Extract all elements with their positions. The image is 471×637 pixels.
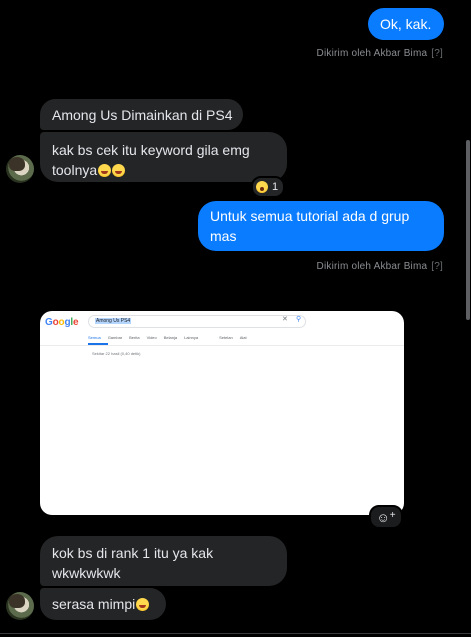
reaction-count: 1 [272, 181, 279, 193]
tab-more: Lainnya [184, 335, 199, 340]
result-stats: Sekitar 22 hasil (0,40 detik) [92, 351, 141, 356]
help-link[interactable]: [?] [431, 261, 443, 272]
image-attachment[interactable]: Google Among Us PS4 ✕ ⚲ Semua Gambar Ber… [40, 311, 404, 515]
clear-icon: ✕ [282, 316, 288, 323]
search-query: Among Us PS4 [95, 318, 132, 324]
divider [0, 633, 471, 634]
smiley-plus-icon: ☺+ [376, 509, 396, 525]
sent-by-text: Dikirim oleh Akbar Bima [316, 48, 428, 59]
google-logo: Google [45, 317, 79, 328]
message-text-line: Untuk semua tutorial ada d grup [210, 208, 410, 224]
astonished-face-icon [256, 181, 268, 193]
reaction-badge[interactable]: 1 [251, 176, 286, 198]
rolling-laughing-emoji-icon [136, 598, 150, 611]
tab-shopping: Belanja [163, 335, 178, 340]
search-tabs: Semua Gambar Berita Video Belanja Lainny… [88, 335, 247, 340]
message-text-line: mas [210, 228, 237, 244]
help-link[interactable]: [?] [431, 48, 443, 59]
tab-tools: Alat [239, 335, 247, 340]
search-icon: ⚲ [296, 316, 302, 323]
incoming-message[interactable]: kak bs cek itu keyword gila emg toolnya [40, 132, 287, 182]
tab-all: Semua [88, 335, 101, 340]
add-reaction-button[interactable]: ☺+ [369, 505, 403, 529]
incoming-message[interactable]: kok bs di rank 1 itu ya kak wkwkwkwk [40, 536, 287, 586]
message-text-line: kok bs di rank 1 itu ya kak [52, 545, 214, 561]
laughing-emoji-icon [98, 164, 112, 177]
divider [40, 345, 404, 346]
avatar[interactable] [6, 155, 34, 183]
incoming-message[interactable]: serasa mimpi [40, 588, 166, 620]
outgoing-message[interactable]: Ok, kak. [368, 8, 444, 40]
message-text-line: wkwkwkwk [52, 565, 121, 581]
message-text: Ok, kak. [380, 16, 432, 32]
tab-news: Berita [129, 335, 140, 340]
tab-video: Video [146, 335, 157, 340]
tab-settings: Setelan [219, 335, 233, 340]
sent-by-label: Dikirim oleh Akbar Bima [?] [317, 261, 443, 272]
tab-images: Gambar [107, 335, 123, 340]
sent-by-text: Dikirim oleh Akbar Bima [316, 261, 428, 272]
scrollbar-thumb[interactable] [466, 140, 470, 320]
laughing-emoji-icon [112, 164, 126, 177]
message-text-line: kak bs cek itu keyword gila emg [52, 142, 250, 158]
message-text-line: toolnya [52, 160, 287, 180]
message-text: Among Us Dimainkan di PS4 [52, 107, 233, 123]
incoming-message[interactable]: Among Us Dimainkan di PS4 [40, 99, 243, 130]
message-text: serasa mimpi [52, 596, 136, 612]
avatar[interactable] [6, 592, 34, 620]
outgoing-message[interactable]: Untuk semua tutorial ada d grup mas [198, 201, 444, 251]
search-box: Among Us PS4 [88, 315, 306, 328]
sent-by-label: Dikirim oleh Akbar Bima [?] [317, 48, 443, 59]
